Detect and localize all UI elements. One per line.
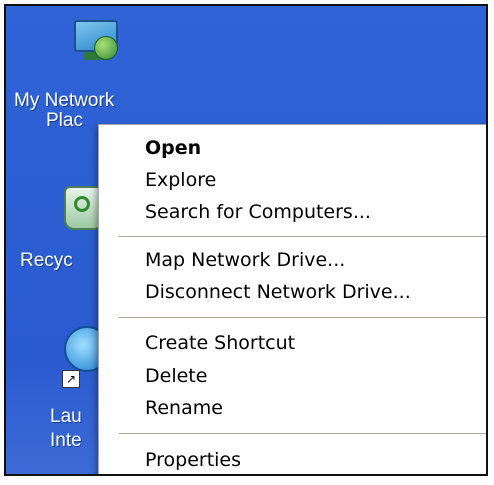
menu-item-map-network-drive[interactable]: Map Network Drive...: [99, 245, 486, 275]
my-network-places-icon[interactable]: [68, 18, 120, 70]
network-places-label-line1[interactable]: My Network: [14, 90, 114, 112]
ie-label-line2[interactable]: Inte: [50, 430, 82, 452]
menu-separator: [119, 433, 486, 434]
recycle-bin-label[interactable]: Recyc: [20, 250, 73, 272]
shortcut-arrow-icon: ↗: [62, 370, 80, 388]
context-menu: Open Explore Search for Computers... Map…: [98, 124, 486, 474]
menu-item-delete[interactable]: Delete: [99, 361, 486, 391]
network-places-label-line2[interactable]: Plac: [46, 110, 83, 132]
menu-item-properties[interactable]: Properties: [99, 445, 486, 474]
menu-item-search-for-computers[interactable]: Search for Computers...: [99, 197, 486, 227]
recycle-mark-shape: [74, 196, 90, 212]
menu-item-explore[interactable]: Explore: [99, 165, 486, 195]
menu-item-create-shortcut[interactable]: Create Shortcut: [99, 328, 486, 358]
menu-item-open[interactable]: Open: [99, 133, 486, 163]
ie-label-line1[interactable]: Lau: [50, 406, 82, 428]
menu-separator: [119, 317, 486, 318]
desktop: My Network Plac Recyc ↗ Lau Inte Open Ex…: [4, 4, 488, 476]
menu-separator: [119, 236, 486, 237]
menu-item-disconnect-network-drive[interactable]: Disconnect Network Drive...: [99, 277, 486, 307]
globe-shape: [94, 36, 118, 60]
menu-item-rename[interactable]: Rename: [99, 393, 486, 423]
